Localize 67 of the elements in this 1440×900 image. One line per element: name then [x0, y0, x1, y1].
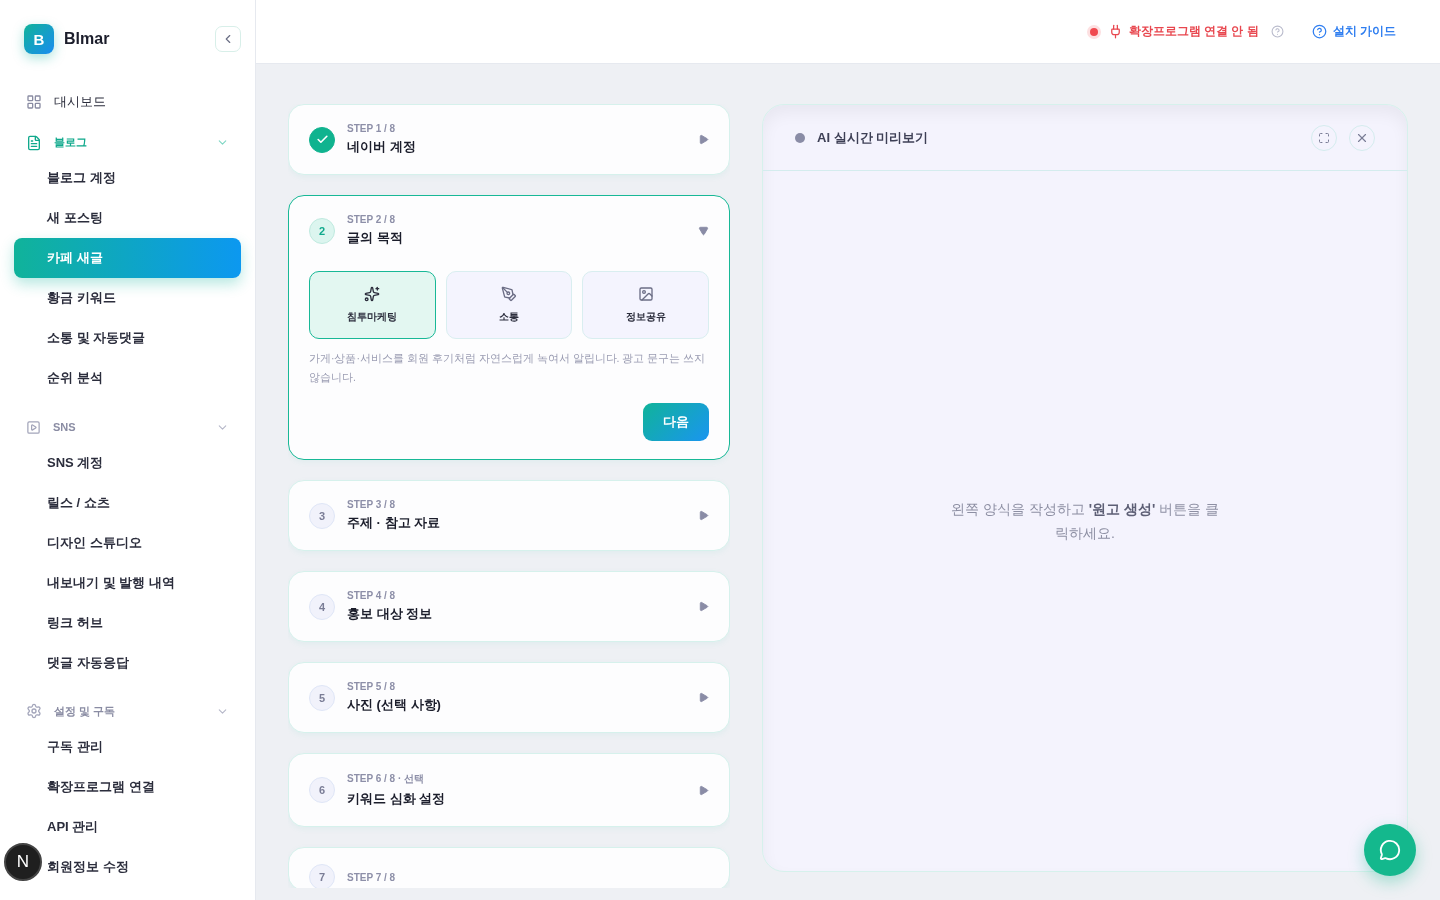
sidebar-item[interactable]: 소통 및 자동댓글 — [47, 318, 146, 359]
sparkles-icon — [364, 286, 381, 302]
collapse-sidebar-button[interactable] — [215, 26, 241, 52]
settings-icon — [26, 703, 42, 720]
image-icon — [637, 286, 654, 302]
step-label: STEP 5 / 8 — [347, 681, 397, 692]
sidebar-item[interactable]: 구독 관리 — [47, 727, 103, 768]
preview-title: AI 실시간 미리보기 — [817, 128, 930, 147]
step-title: 키워드 심화 설정 — [347, 790, 447, 808]
expand-icon[interactable] — [698, 692, 709, 703]
sidebar-item[interactable]: 내보내기 및 발행 내역 — [47, 562, 175, 603]
purpose-description: 가게·상품·서비스를 회원 후기처럼 자연스럽게 녹여서 알립니다. 광고 문구는 쓰지 않습니다. — [309, 351, 707, 385]
sidebar-item[interactable]: 링크 허브 — [47, 602, 103, 643]
step-number: 3 — [309, 502, 335, 529]
sidebar-item[interactable]: 순위 분석 — [47, 358, 103, 399]
document-icon — [26, 134, 42, 151]
step-number: 7 — [309, 864, 335, 888]
expand-icon[interactable] — [698, 134, 709, 145]
step-label: STEP 3 / 8 — [347, 499, 397, 510]
step-label: STEP 7 / 8 — [347, 871, 397, 883]
step-number: 2 — [309, 217, 335, 244]
chat-button[interactable] — [1364, 824, 1416, 876]
step-number: 4 — [309, 593, 335, 620]
step-number: 5 — [309, 684, 335, 711]
expand-icon[interactable] — [698, 510, 709, 521]
help-icon — [1311, 24, 1327, 39]
sidebar-item[interactable]: API 관리 — [47, 807, 99, 848]
empty-preview-message: 왼쪽 양식을 작성하고 '원고 생성' 버튼을 클릭하세요. — [950, 500, 1220, 543]
sidebar-item[interactable]: SNS 계정 — [47, 442, 104, 483]
sidebar-item[interactable]: 디자인 스튜디오 — [47, 522, 142, 563]
step-number: 6 — [309, 777, 335, 803]
step-title: 네이버 계정 — [347, 138, 417, 156]
purpose-option[interactable]: 소통 — [445, 271, 573, 339]
expand-icon[interactable] — [698, 225, 709, 236]
sidebar-item[interactable]: 릴스 / 쇼츠 — [47, 482, 110, 523]
brand-logo: B — [24, 24, 54, 54]
step-title: 사진 (선택 사항) — [347, 696, 442, 714]
fullscreen-icon — [1318, 131, 1330, 144]
install-guide-link[interactable]: 설치 가이드 — [1311, 23, 1396, 40]
step-label: STEP 2 / 8 — [347, 214, 397, 225]
step-label: STEP 6 / 8 · 선택 — [347, 772, 426, 786]
play-icon — [26, 419, 41, 435]
help-icon[interactable] — [1270, 25, 1284, 38]
chat-icon — [1379, 839, 1401, 861]
sidebar-item[interactable]: 새 포스팅 — [47, 198, 103, 239]
expand-icon[interactable] — [698, 784, 709, 796]
sidebar-item[interactable]: 확장프로그램 연결 — [47, 767, 155, 808]
sidebar-item[interactable]: 황금 키워드 — [47, 278, 116, 319]
sidebar-item[interactable]: 회원정보 수정 — [47, 847, 129, 888]
pen-icon — [501, 286, 517, 302]
sidebar-item[interactable]: 블로그 계정 — [47, 158, 116, 199]
dev-badge[interactable]: N — [4, 843, 42, 881]
step-label: STEP 1 / 8 — [347, 123, 397, 134]
purpose-option[interactable]: 침투마케팅 — [309, 271, 436, 339]
extension-status: 확장프로그램 연결 안 됨 — [1089, 23, 1259, 40]
step-label: STEP 4 / 8 — [347, 590, 397, 601]
sidebar-item[interactable]: 대시보드 — [14, 86, 241, 118]
expand-icon[interactable] — [698, 601, 709, 612]
grid-icon — [26, 93, 42, 110]
check-icon — [315, 133, 329, 146]
status-dot-icon — [795, 132, 805, 143]
step-title: 글의 목적 — [347, 229, 404, 247]
step-title: 홍보 대상 정보 — [347, 605, 434, 623]
sidebar-item[interactable]: 댓글 자동응답 — [47, 642, 129, 683]
purpose-option[interactable]: 정보공유 — [582, 271, 709, 339]
brand-name: Blmar — [64, 30, 111, 48]
step-title: 주제 · 참고 자료 — [347, 514, 442, 532]
